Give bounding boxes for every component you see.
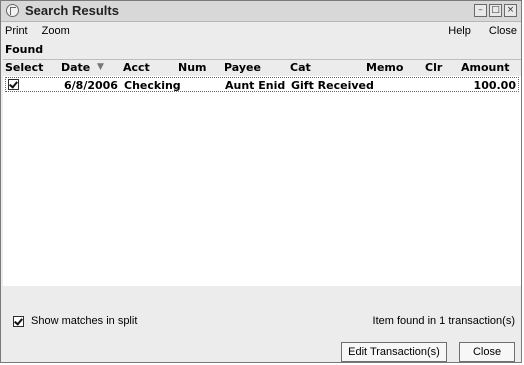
window-controls: – □ × [474, 4, 517, 17]
minimize-icon[interactable]: – [474, 4, 487, 17]
sort-descending-icon[interactable]: ▼ [97, 62, 104, 72]
menu-left: Print Zoom [5, 25, 70, 37]
table-header: Select Date ▼ Acct Num Payee Cat Memo Cl… [3, 60, 521, 76]
row-cat: Gift Received [291, 79, 374, 92]
row-payee: Aunt Enid [225, 79, 286, 92]
column-header-cat[interactable]: Cat [290, 61, 311, 74]
show-matches-label: Show matches in split [31, 315, 138, 327]
found-label: Found [5, 43, 44, 56]
close-button[interactable]: Close [459, 342, 515, 362]
menu-item-print[interactable]: Print [5, 25, 28, 37]
status-text: Item found in 1 transaction(s) [372, 315, 515, 327]
menu-item-close[interactable]: Close [489, 25, 517, 37]
row-date: 6/8/2006 [64, 79, 118, 92]
title-bar: Search Results – □ × [1, 1, 521, 22]
menu-item-zoom[interactable]: Zoom [42, 25, 70, 37]
column-header-payee[interactable]: Payee [224, 61, 261, 74]
show-matches-checkbox[interactable] [13, 316, 24, 327]
search-results-window: Search Results – □ × Print Zoom Help Clo… [0, 0, 522, 363]
checkbox-checked-icon[interactable] [8, 79, 19, 90]
menu-bar: Print Zoom Help Close [1, 22, 521, 39]
row-amount: 100.00 [473, 79, 516, 92]
close-window-icon[interactable]: × [504, 4, 517, 17]
restore-icon[interactable]: □ [489, 4, 502, 17]
column-header-select[interactable]: Select [5, 61, 43, 74]
window-title: Search Results [25, 3, 119, 18]
column-header-clr[interactable]: Clr [425, 61, 442, 74]
column-header-memo[interactable]: Memo [366, 61, 403, 74]
column-header-num[interactable]: Num [178, 61, 207, 74]
edit-transactions-button[interactable]: Edit Transaction(s) [341, 342, 447, 362]
results-table: Select Date ▼ Acct Num Payee Cat Memo Cl… [3, 59, 521, 286]
table-row[interactable]: 6/8/2006 Checking Aunt Enid Gift Receive… [5, 77, 519, 92]
column-header-date[interactable]: Date [61, 61, 90, 74]
column-header-acct[interactable]: Acct [123, 61, 150, 74]
row-acct: Checking [124, 79, 181, 92]
app-icon [6, 4, 19, 17]
menu-item-help[interactable]: Help [448, 25, 471, 37]
column-header-amount[interactable]: Amount [461, 61, 509, 74]
menu-right: Help Close [448, 25, 517, 37]
